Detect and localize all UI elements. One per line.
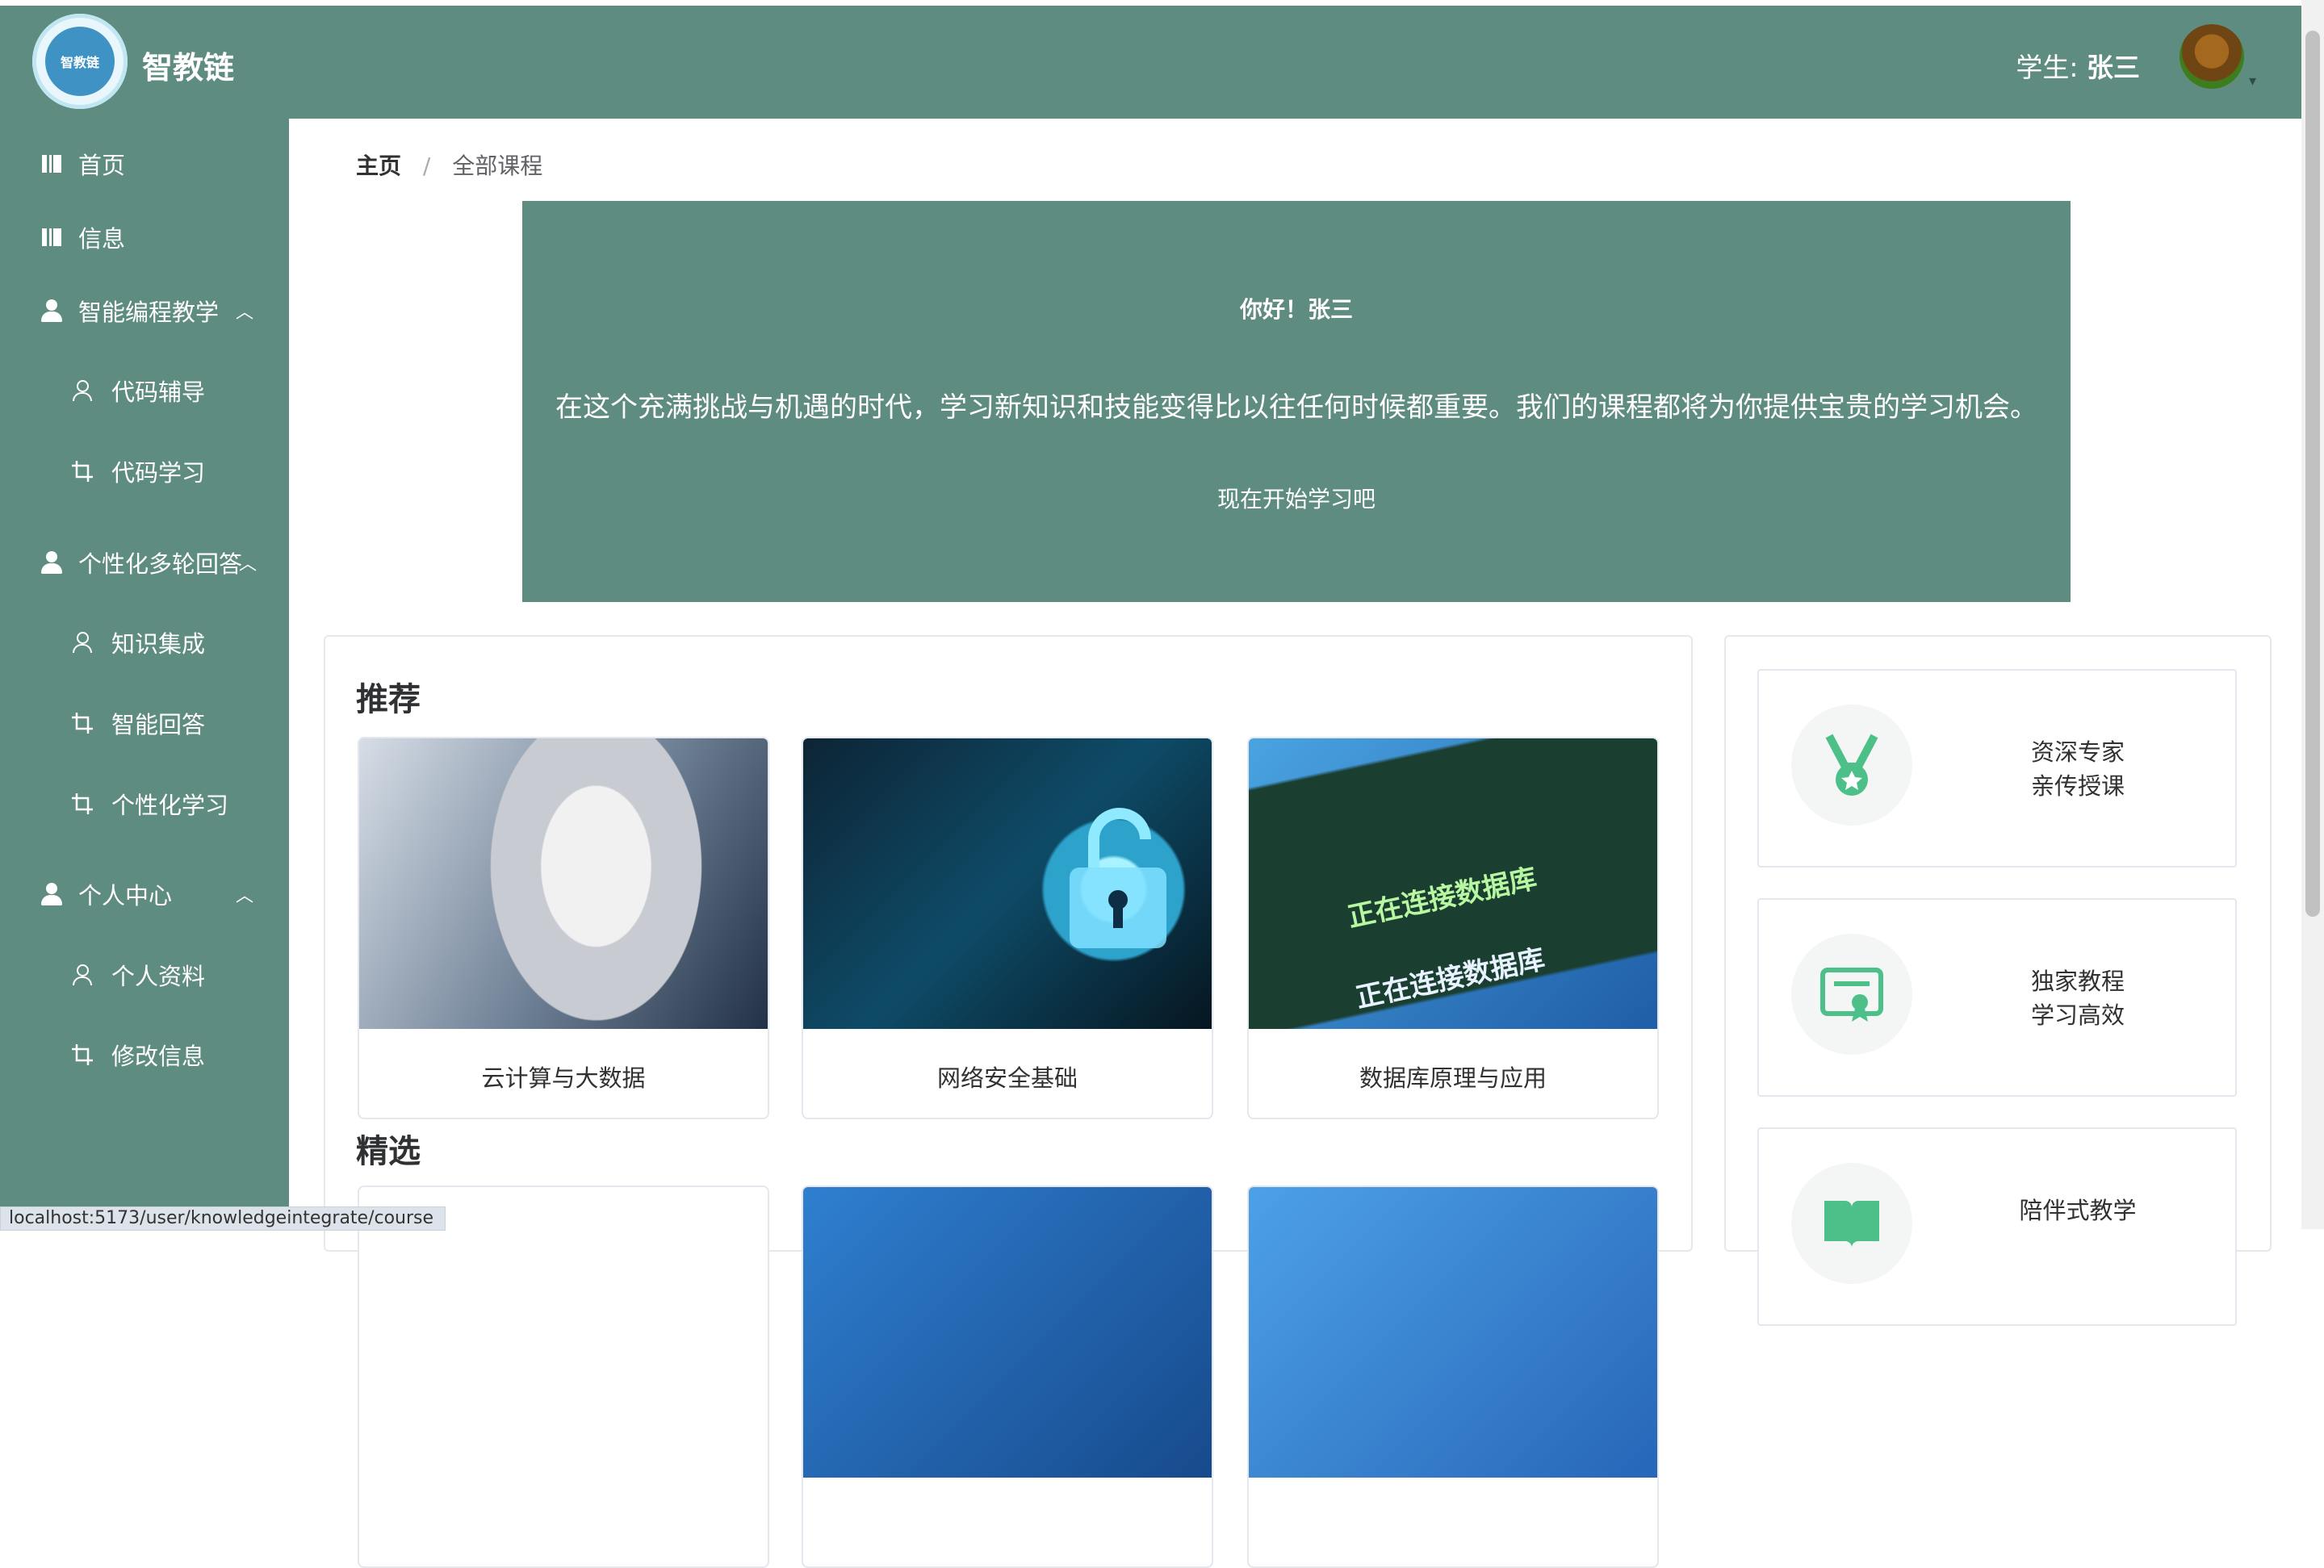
feature-text: 陪伴式教学 xyxy=(1961,1194,2195,1227)
person-icon xyxy=(40,551,63,574)
feature-text: 独家教程 学习高效 xyxy=(1961,964,2195,1032)
sidebar-item-label: 智能编程教学 xyxy=(78,299,220,326)
course-image xyxy=(359,738,768,1029)
scrollbar-thumb[interactable] xyxy=(2305,31,2320,917)
chevron-up-icon: ︿ xyxy=(236,886,254,906)
feature-line: 资深专家 xyxy=(2030,738,2125,766)
crop-icon xyxy=(71,460,94,483)
user-outline-icon xyxy=(71,379,94,402)
sidebar-item-knowledge-integration[interactable]: 知识集成 xyxy=(0,606,289,679)
sidebar-item-label: 代码学习 xyxy=(111,459,206,487)
course-card[interactable] xyxy=(358,1185,769,1568)
sidebar-group-personalized-qa[interactable]: 个性化多轮回答 ︿ xyxy=(0,526,289,599)
feature-line: 学习高效 xyxy=(2030,1001,2125,1029)
course-card[interactable] xyxy=(802,1185,1213,1568)
sidebar-item-info[interactable]: 信息 xyxy=(0,201,289,274)
sidebar-item-label: 个人中心 xyxy=(78,882,173,909)
course-image xyxy=(359,1187,768,1478)
user-avatar[interactable] xyxy=(2180,24,2244,89)
breadcrumb-separator: / xyxy=(422,153,431,179)
user-role-label: 学生: xyxy=(2016,52,2079,83)
course-image: 正在连接数据库 正在连接数据库 xyxy=(1249,738,1657,1029)
unlock-icon xyxy=(1070,808,1166,948)
course-title: 网络安全基础 xyxy=(936,1064,1078,1092)
sidebar-item-label: 知识集成 xyxy=(111,630,206,658)
sidebar-group-personal-center[interactable]: 个人中心 ︿ xyxy=(0,858,289,930)
chevron-up-icon: ︿ xyxy=(236,303,254,323)
sidebar-group-smart-programming[interactable]: 智能编程教学 ︿ xyxy=(0,274,289,347)
sidebar-item-label: 信息 xyxy=(78,225,126,253)
breadcrumb: 主页 / 全部课程 xyxy=(356,148,542,181)
course-card[interactable]: 网络安全基础 xyxy=(802,737,1213,1119)
sidebar-item-label: 首页 xyxy=(78,152,126,179)
logo-mark: 智教链 xyxy=(45,27,115,96)
course-card[interactable] xyxy=(1247,1185,1659,1568)
book-icon xyxy=(40,226,63,249)
medal-icon xyxy=(1791,705,1912,826)
sidebar-item-label: 个性化多轮回答 xyxy=(78,550,243,578)
breadcrumb-current: 全部课程 xyxy=(452,153,543,179)
feature-line: 陪伴式教学 xyxy=(2019,1197,2137,1224)
course-title: 数据库原理与应用 xyxy=(1359,1064,1547,1092)
person-icon xyxy=(40,299,63,322)
sidebar-item-label: 个性化学习 xyxy=(111,792,229,819)
sidebar-item-personalized-learning[interactable]: 个性化学习 xyxy=(0,767,289,840)
sidebar-item-edit-info[interactable]: 修改信息 xyxy=(0,1018,289,1091)
crop-icon xyxy=(71,1043,94,1066)
person-icon xyxy=(40,883,63,905)
sidebar-item-code-learning[interactable]: 代码学习 xyxy=(0,435,289,508)
book-open-icon xyxy=(1791,1163,1912,1284)
browser-status-url: localhost:5173/user/knowledgeintegrate/c… xyxy=(0,1206,446,1231)
certificate-icon xyxy=(1791,934,1912,1055)
sidebar-item-home[interactable]: 首页 xyxy=(0,128,289,200)
feature-card: 独家教程 学习高效 xyxy=(1757,898,2237,1097)
feature-card: 陪伴式教学 xyxy=(1757,1127,2237,1326)
sidebar-item-label: 修改信息 xyxy=(111,1043,206,1070)
user-outline-icon xyxy=(71,964,94,986)
course-image xyxy=(803,1187,1212,1478)
chevron-up-icon: ︿ xyxy=(239,554,258,575)
logo[interactable]: 智教链 xyxy=(32,14,128,109)
caret-down-icon[interactable]: ▾ xyxy=(2249,73,2256,90)
section-title-featured: 精选 xyxy=(356,1133,421,1170)
sidebar-item-label: 智能回答 xyxy=(111,711,206,738)
course-image xyxy=(1249,1187,1657,1478)
sidebar-item-label: 代码辅导 xyxy=(111,378,206,406)
user-name: 张三 xyxy=(2087,52,2140,83)
feature-text: 资深专家 亲传授课 xyxy=(1961,735,2195,803)
crop-icon xyxy=(71,712,94,734)
section-title-recommended: 推荐 xyxy=(356,681,421,718)
course-image-text: 正在连接数据库 xyxy=(1353,943,1548,1015)
banner-greeting: 你好！张三 xyxy=(1239,296,1353,323)
feature-card: 资深专家 亲传授课 xyxy=(1757,669,2237,868)
user-outline-icon xyxy=(71,631,94,654)
sidebar-item-label: 个人资料 xyxy=(111,963,206,990)
course-card[interactable]: 云计算与大数据 xyxy=(358,737,769,1119)
app-title: 智教链 xyxy=(142,50,235,86)
top-header: 智教链 智教链 学生: 张三 xyxy=(0,6,2301,119)
crop-icon xyxy=(71,792,94,815)
book-icon xyxy=(40,153,63,175)
banner-text: 在这个充满挑战与机遇的时代，学习新知识和技能变得比以往任何时候都重要。我们的课程… xyxy=(555,391,2037,424)
breadcrumb-home[interactable]: 主页 xyxy=(356,153,401,179)
feature-line: 亲传授课 xyxy=(2030,772,2125,800)
banner-cta[interactable]: 现在开始学习吧 xyxy=(522,482,2071,514)
course-image xyxy=(803,738,1212,1029)
feature-line: 独家教程 xyxy=(2030,968,2125,995)
sidebar-item-profile[interactable]: 个人资料 xyxy=(0,939,289,1011)
course-image-text: 正在连接数据库 xyxy=(1345,862,1540,935)
sidebar-item-code-tutoring[interactable]: 代码辅导 xyxy=(0,354,289,427)
welcome-banner: 你好！张三 在这个充满挑战与机遇的时代，学习新知识和技能变得比以往任何时候都重要… xyxy=(522,201,2071,602)
user-info: 学生: 张三 xyxy=(2016,46,2140,85)
sidebar: 首页 信息 智能编程教学 ︿ 代码辅导 代码学习 个性化多轮回答 ︿ 知识集成 … xyxy=(0,119,289,1229)
course-title: 云计算与大数据 xyxy=(481,1064,646,1092)
course-card[interactable]: 正在连接数据库 正在连接数据库 数据库原理与应用 xyxy=(1247,737,1659,1119)
sidebar-item-smart-answer[interactable]: 智能回答 xyxy=(0,687,289,759)
